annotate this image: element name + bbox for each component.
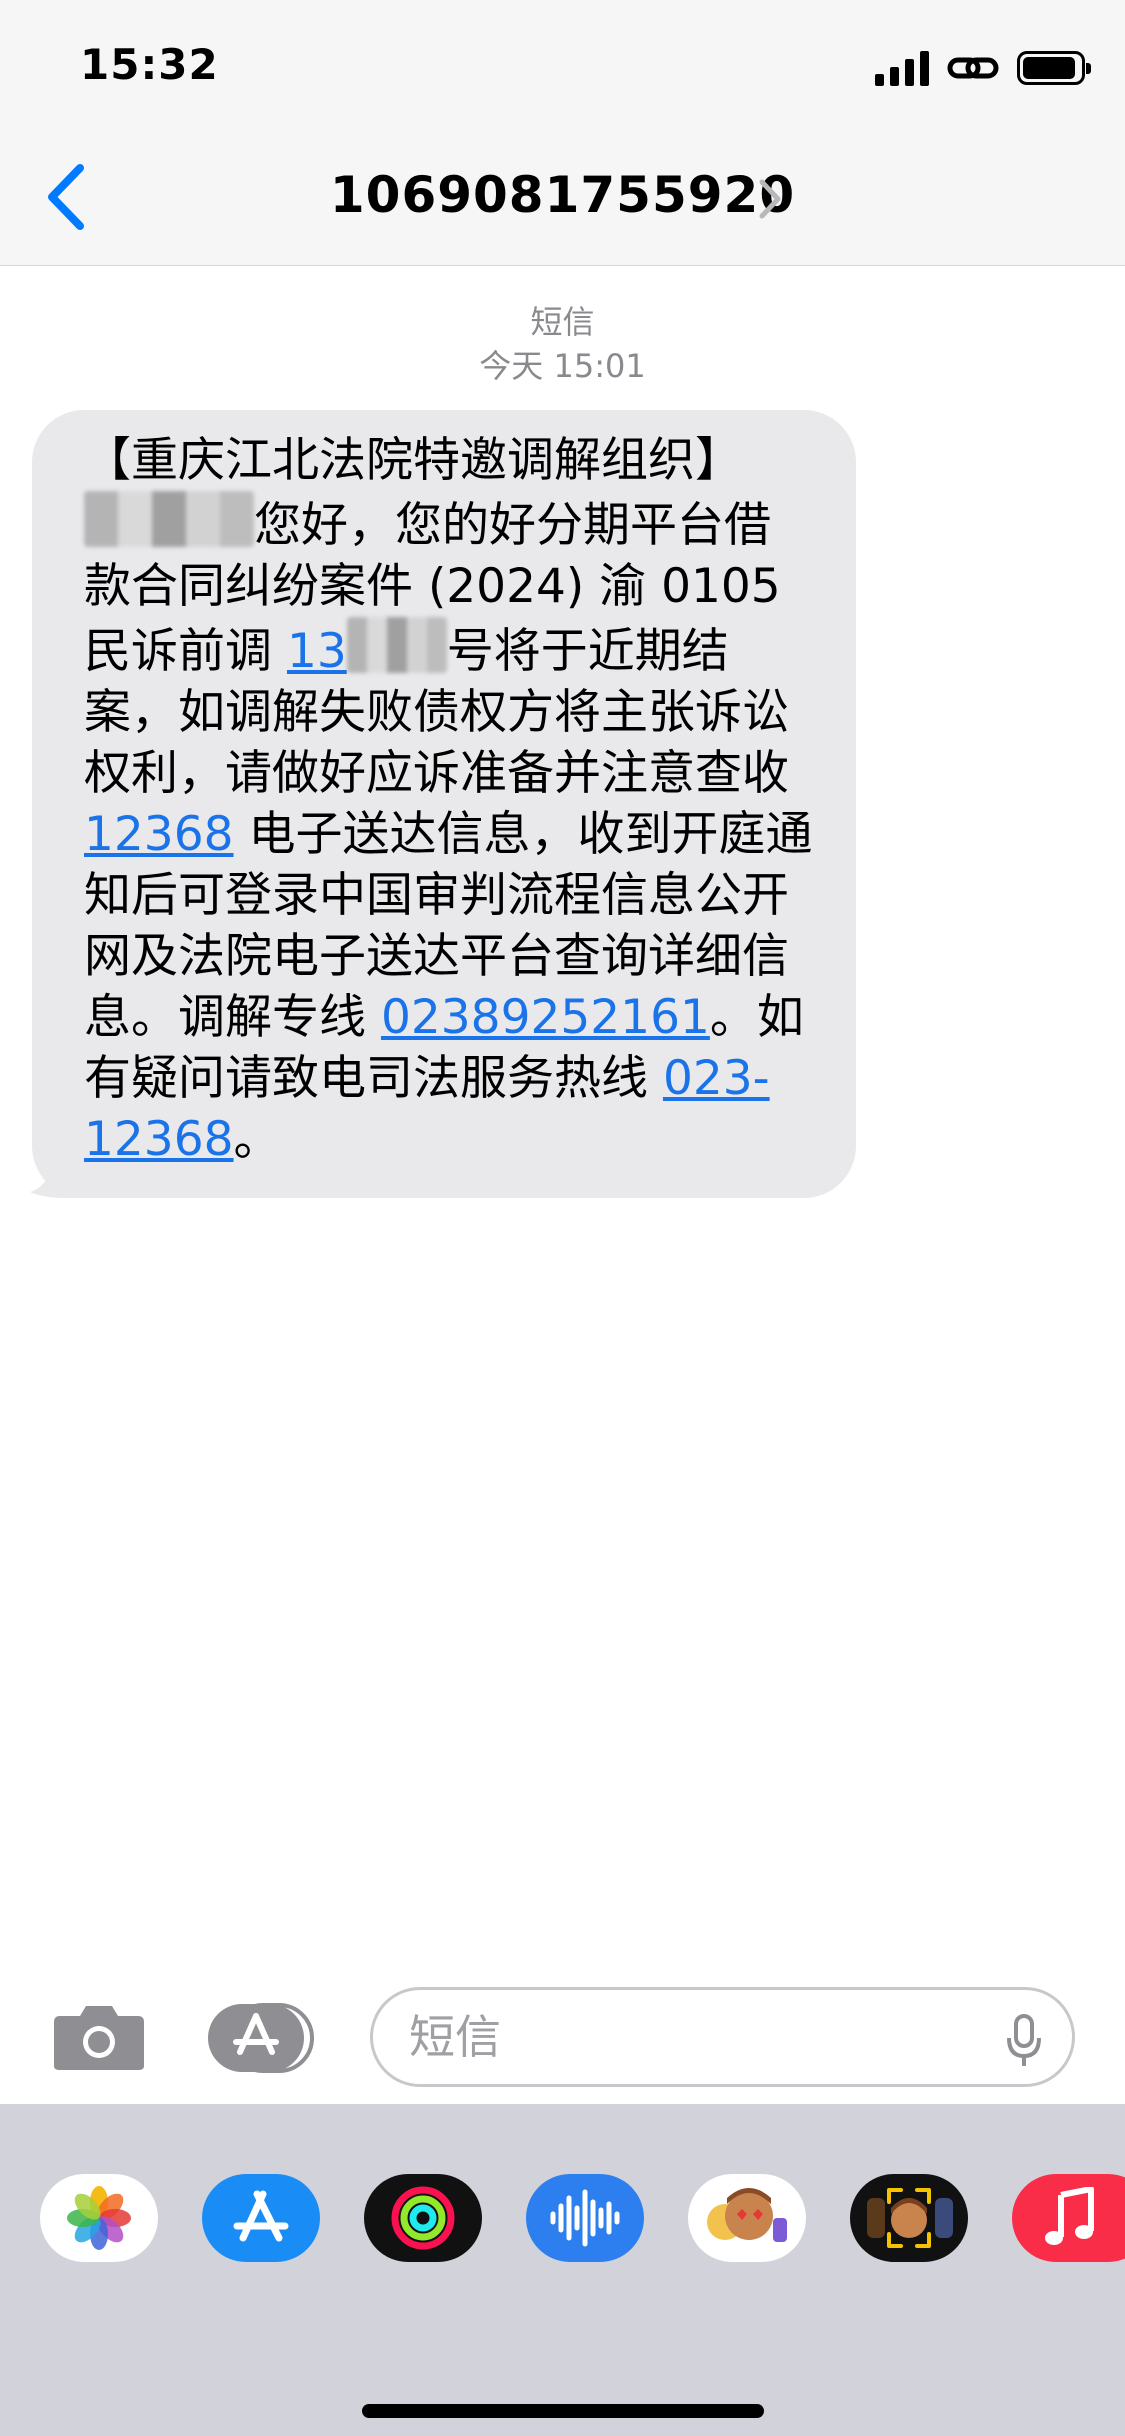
link-icon [947,57,999,79]
redacted-name [84,491,254,547]
message-bubble[interactable]: 【重庆江北法院特邀调解组织】您好，您的好分期平台借款合同纠纷案件 (2024) … [32,410,856,1198]
battery-icon [1017,51,1091,85]
audio-message-app-icon[interactable] [526,2174,644,2262]
top-header: 15:32 1069081755920 [0,0,1125,266]
message-input-placeholder: 短信 [409,2010,501,2064]
microphone-icon[interactable] [1006,2014,1042,2068]
service-label: 短信 [530,303,595,341]
link-12368[interactable]: 12368 [84,807,234,862]
message-timestamp: 今天 15:01 [479,347,646,385]
incoming-message[interactable]: 【重庆江北法院特邀调解组织】您好，您的好分期平台借款合同纠纷案件 (2024) … [30,410,856,1198]
chevron-right-icon[interactable] [754,176,784,222]
activity-app-icon[interactable] [364,2174,482,2262]
music-app-icon[interactable] [1012,2174,1125,2262]
home-indicator[interactable] [362,2404,764,2418]
photos-app-icon[interactable] [40,2174,158,2262]
memoji-stickers-app-icon[interactable] [688,2174,806,2262]
redacted-case-number [346,617,447,673]
camera-icon[interactable] [52,2002,146,2072]
status-icons [875,48,1091,88]
app-store-app-icon[interactable] [202,2174,320,2262]
case-number-link[interactable]: 13 [287,617,447,679]
thread-meta: 短信 今天 15:01 [0,300,1125,388]
message-input[interactable]: 短信 [370,1987,1075,2087]
mediation-phone-link[interactable]: 02389252161 [381,990,710,1045]
msg-text-1: 【重庆江北法院特邀调解组织】 [84,433,742,488]
msg-text-6: 。 [233,1112,281,1167]
status-time: 15:32 [80,40,219,89]
app-drawer [0,2104,1125,2436]
cellular-signal-icon [875,50,929,86]
contact-title[interactable]: 1069081755920 [0,166,1125,224]
memoji-app-icon[interactable] [850,2174,968,2262]
app-store-icon[interactable] [206,2002,318,2074]
